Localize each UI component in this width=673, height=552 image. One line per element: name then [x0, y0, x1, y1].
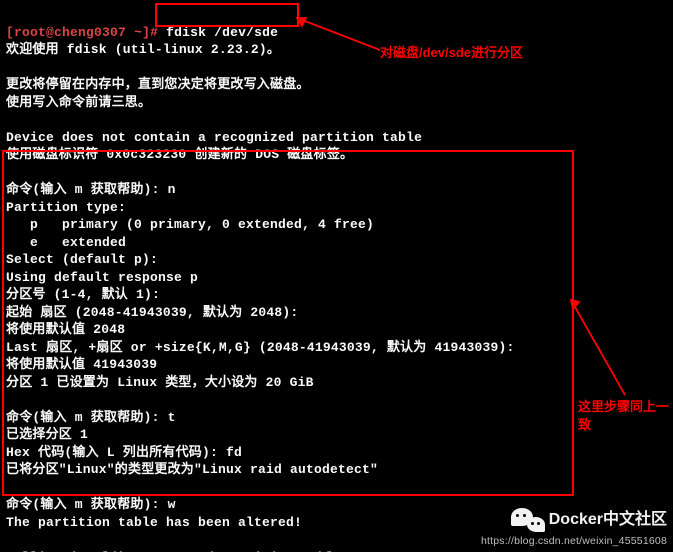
wechat-watermark: Docker中文社区: [511, 506, 667, 534]
out-line: Using default response p: [6, 270, 198, 285]
out-line: e extended: [6, 235, 126, 250]
out-line: 更改将停留在内存中，直到您决定将更改写入磁盘。: [6, 77, 310, 92]
out-line: Device does not contain a recognized par…: [6, 130, 422, 145]
out-line: Hex 代码(输入 L 列出所有代码): fd: [6, 445, 242, 460]
out-line: 命令(输入 m 获取帮助): w: [6, 497, 176, 512]
out-line: 分区 1 已设置为 Linux 类型，大小设为 20 GiB: [6, 375, 314, 390]
out-line: 使用写入命令前请三思。: [6, 95, 151, 110]
out-line: 起始 扇区 (2048-41943039, 默认为 2048):: [6, 305, 298, 320]
out-line: 使用磁盘标识符 0x0c323230 创建新的 DOS 磁盘标签。: [6, 147, 353, 162]
wechat-icon: [511, 506, 545, 534]
command-text: fdisk /dev/sde: [166, 25, 278, 40]
out-line: 命令(输入 m 获取帮助): t: [6, 410, 176, 425]
shell-prompt: [root@cheng0307 ~]#: [6, 25, 158, 40]
out-line: 将使用默认值 2048: [6, 322, 125, 337]
out-line: 已将分区"Linux"的类型更改为"Linux raid autodetect": [6, 462, 378, 477]
out-line: 分区号 (1-4, 默认 1):: [6, 287, 160, 302]
csdn-url-watermark: https://blog.csdn.net/weixin_45551608: [481, 533, 667, 551]
out-line: Select (default p):: [6, 252, 166, 267]
out-line: 将使用默认值 41943039: [6, 357, 157, 372]
out-line: 欢迎使用 fdisk (util-linux 2.23.2)。: [6, 42, 280, 57]
out-line: 已选择分区 1: [6, 427, 88, 442]
out-line: Last 扇区, +扇区 or +size{K,M,G} (2048-41943…: [6, 340, 514, 355]
out-line: The partition table has been altered!: [6, 515, 302, 530]
out-line: p primary (0 primary, 0 extended, 4 free…: [6, 217, 374, 232]
wechat-text: Docker中文社区: [549, 511, 667, 529]
out-line: 命令(输入 m 获取帮助): n: [6, 182, 176, 197]
out-line: Partition type:: [6, 200, 126, 215]
terminal-window[interactable]: [root@cheng0307 ~]# fdisk /dev/sde 欢迎使用 …: [0, 0, 673, 552]
